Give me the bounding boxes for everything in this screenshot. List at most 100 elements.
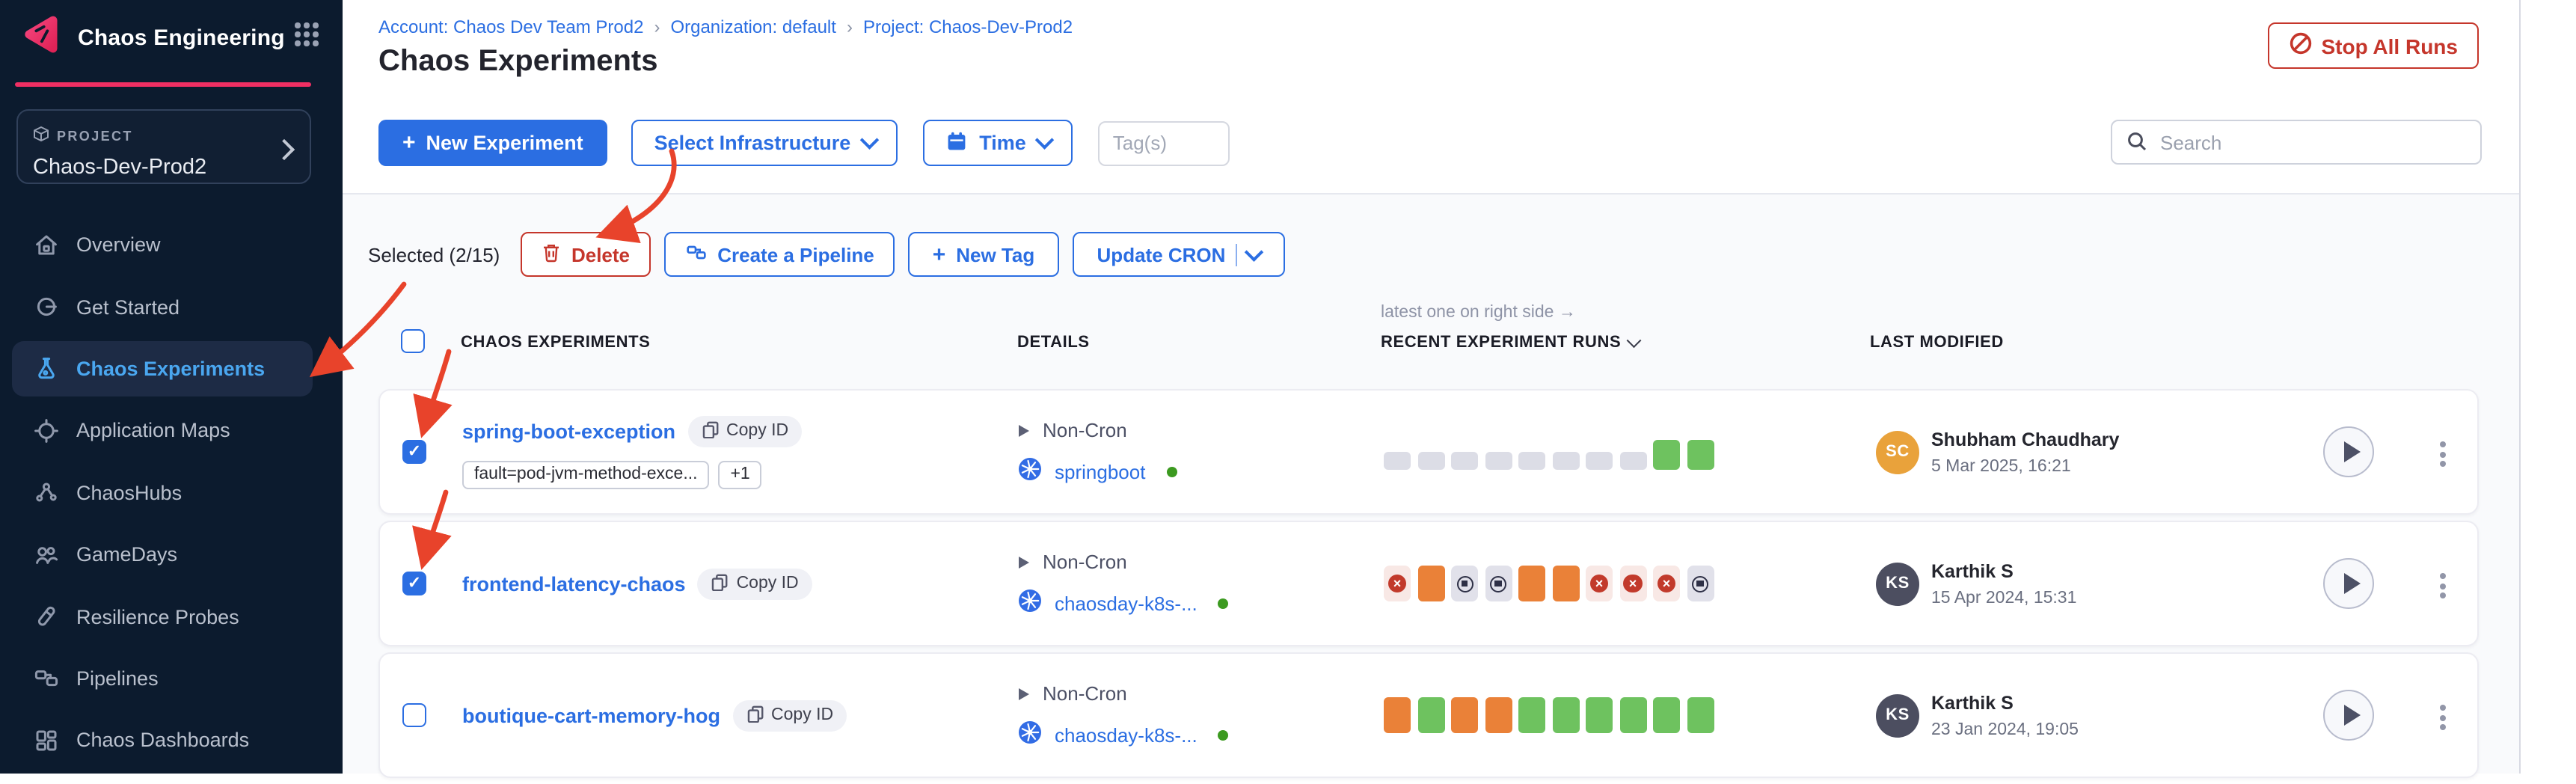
- sidebar-item-chaos-dashboards[interactable]: Chaos Dashboards: [0, 709, 343, 771]
- experiment-name-link[interactable]: spring-boot-exception: [462, 420, 675, 442]
- run-status-passed-recent[interactable]: [1687, 440, 1714, 470]
- run-status-interrupted[interactable]: [1384, 697, 1411, 733]
- run-status-none[interactable]: [1518, 452, 1545, 470]
- delete-label: Delete: [571, 243, 630, 266]
- sidebar-item-label: GameDays: [76, 543, 177, 566]
- sidebar-item-application-maps[interactable]: Application Maps: [0, 399, 343, 462]
- run-status-passed-recent[interactable]: [1653, 440, 1680, 470]
- new-tag-button[interactable]: + New Tag: [908, 232, 1059, 277]
- gamedays-icon: [33, 541, 60, 568]
- row-checkbox[interactable]: [402, 703, 426, 727]
- create-pipeline-button[interactable]: Create a Pipeline: [664, 232, 895, 277]
- sidebar-item-pipelines[interactable]: Pipelines: [0, 647, 343, 709]
- run-experiment-button[interactable]: [2323, 426, 2374, 477]
- breadcrumb-account-link[interactable]: Account: Chaos Dev Team Prod2: [378, 16, 643, 37]
- infrastructure-link[interactable]: chaosday-k8s-...: [1055, 723, 1197, 746]
- infrastructure-link[interactable]: springboot: [1055, 460, 1145, 483]
- copy-id-button[interactable]: Copy ID: [698, 568, 812, 599]
- play-icon: [2343, 705, 2360, 726]
- experiment-row: boutique-cart-memory-hogCopy IDNon-Cronc…: [378, 652, 2479, 778]
- sidebar-item-label: Overview: [76, 233, 161, 256]
- breadcrumb-organization-link[interactable]: Organization: default: [670, 16, 836, 37]
- row-checkbox[interactable]: ✓: [402, 572, 426, 595]
- run-status-passed[interactable]: [1619, 697, 1646, 733]
- run-experiment-button[interactable]: [2323, 558, 2374, 609]
- experiment-name-link[interactable]: frontend-latency-chaos: [462, 572, 686, 595]
- run-status-interrupted[interactable]: [1552, 566, 1579, 601]
- last-modified-cell: Karthik S23 Jan 2024, 19:05: [1931, 654, 2079, 777]
- scrollbar-track[interactable]: [2519, 0, 2576, 773]
- sidebar-item-get-started[interactable]: Get Started: [0, 276, 343, 338]
- run-status-interrupted[interactable]: [1451, 697, 1478, 733]
- run-status-interrupted[interactable]: [1518, 566, 1545, 601]
- more-tags-chip[interactable]: +1: [719, 460, 762, 489]
- failed-run-icon: ×: [1624, 575, 1643, 593]
- sidebar-item-gamedays[interactable]: GameDays: [0, 524, 343, 586]
- search-input[interactable]: [2111, 120, 2482, 165]
- sidebar-item-label: Chaos Experiments: [76, 358, 265, 380]
- run-status-none[interactable]: [1384, 452, 1411, 470]
- run-status-passed[interactable]: [1417, 697, 1444, 733]
- run-status-failed[interactable]: ×: [1619, 566, 1646, 601]
- create-pipeline-label: Create a Pipeline: [717, 243, 874, 266]
- row-menu-button[interactable]: [2440, 700, 2446, 735]
- row-checkbox[interactable]: ✓: [402, 440, 426, 464]
- run-status-failed[interactable]: ×: [1653, 566, 1680, 601]
- run-status-none[interactable]: [1417, 452, 1444, 470]
- modified-by-name: Shubham Chaudhary: [1931, 429, 2119, 450]
- run-status-none[interactable]: [1485, 452, 1512, 470]
- sidebar-item-overview[interactable]: Overview: [0, 214, 343, 276]
- run-status-stopped[interactable]: [1485, 566, 1512, 601]
- tags-filter-input[interactable]: [1098, 120, 1230, 165]
- experiment-name-link[interactable]: boutique-cart-memory-hog: [462, 704, 720, 726]
- delete-button[interactable]: Delete: [521, 232, 651, 277]
- copy-id-button[interactable]: Copy ID: [687, 415, 802, 447]
- breadcrumb-separator: ›: [847, 16, 853, 37]
- run-status-stopped[interactable]: [1451, 566, 1478, 601]
- select-all-checkbox[interactable]: [401, 329, 425, 353]
- project-selector[interactable]: PROJECT Chaos-Dev-Prod2: [16, 109, 311, 184]
- play-triangle-icon: [1019, 556, 1029, 568]
- copy-id-button[interactable]: Copy ID: [732, 699, 847, 731]
- run-status-none[interactable]: [1619, 452, 1646, 470]
- update-cron-button[interactable]: Update CRON: [1073, 232, 1285, 277]
- button-divider: [1236, 243, 1237, 266]
- run-status-passed[interactable]: [1687, 697, 1714, 733]
- run-status-interrupted[interactable]: [1417, 566, 1444, 601]
- run-status-none[interactable]: [1451, 452, 1478, 470]
- run-status-failed[interactable]: ×: [1586, 566, 1613, 601]
- experiment-name-cell: boutique-cart-memory-hog Copy ID: [462, 654, 1008, 777]
- run-status-none[interactable]: [1552, 452, 1579, 470]
- avatar: KS: [1876, 562, 1919, 605]
- stop-all-runs-label: Stop All Runs: [2321, 34, 2458, 58]
- sidebar-item-chaos-experiments[interactable]: Chaos Experiments: [0, 338, 343, 400]
- home-icon: [33, 231, 60, 258]
- run-status-passed[interactable]: [1552, 697, 1579, 733]
- stop-all-runs-button[interactable]: Stop All Runs: [2267, 22, 2479, 69]
- run-status-passed[interactable]: [1586, 697, 1613, 733]
- pipeline-icon: [684, 241, 707, 268]
- sidebar-accent-divider: [15, 82, 311, 86]
- run-status-interrupted[interactable]: [1485, 697, 1512, 733]
- run-status-none[interactable]: [1586, 452, 1613, 470]
- stopped-run-icon: [1490, 575, 1506, 592]
- modified-by-name: Karthik S: [1931, 560, 2076, 581]
- app-switcher-grid-icon[interactable]: [295, 22, 319, 46]
- run-status-stopped[interactable]: [1687, 566, 1714, 601]
- play-triangle-icon: [1019, 687, 1029, 699]
- infrastructure-link[interactable]: chaosday-k8s-...: [1055, 592, 1197, 614]
- run-status-passed[interactable]: [1518, 697, 1545, 733]
- run-status-passed[interactable]: [1653, 697, 1680, 733]
- sidebar-header: Chaos Engineering: [0, 0, 343, 75]
- row-menu-button[interactable]: [2440, 569, 2446, 603]
- time-filter-dropdown[interactable]: Time: [922, 120, 1073, 166]
- sidebar-item-resilience-probes[interactable]: Resilience Probes: [0, 586, 343, 648]
- run-experiment-button[interactable]: [2323, 690, 2374, 741]
- select-infrastructure-dropdown[interactable]: Select Infrastructure: [632, 120, 898, 166]
- row-menu-button[interactable]: [2440, 437, 2446, 471]
- sidebar-item-chaoshubs[interactable]: ChaosHubs: [0, 462, 343, 524]
- new-experiment-button[interactable]: + New Experiment: [378, 120, 607, 166]
- run-status-failed[interactable]: ×: [1384, 566, 1411, 601]
- sort-chevron-icon[interactable]: [1627, 332, 1640, 346]
- breadcrumb-project-link[interactable]: Project: Chaos-Dev-Prod2: [863, 16, 1073, 37]
